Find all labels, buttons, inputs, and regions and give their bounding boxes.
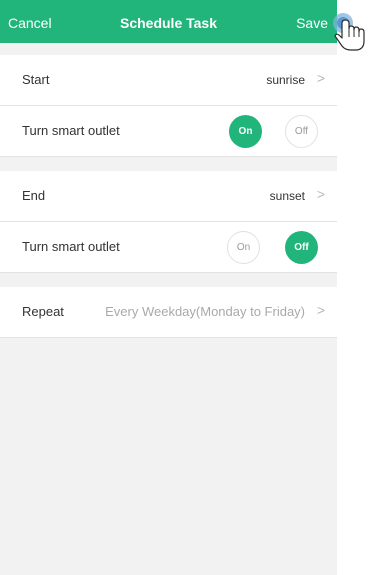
repeat-value: Every Weekday(Monday to Friday) — [105, 304, 305, 319]
section-gap — [0, 157, 337, 171]
end-off-button[interactable]: Off — [285, 231, 318, 264]
repeat-label: Repeat — [22, 304, 64, 319]
section-gap — [0, 273, 337, 287]
end-outlet-row: Turn smart outlet On Off — [0, 222, 337, 273]
end-outlet-label: Turn smart outlet — [22, 239, 120, 254]
end-on-button[interactable]: On — [227, 231, 260, 264]
save-button[interactable]: Save — [296, 15, 328, 31]
hand-cursor-icon — [333, 13, 365, 51]
start-outlet-row: Turn smart outlet On Off — [0, 106, 337, 157]
chevron-right-icon: > — [316, 302, 325, 318]
start-on-button[interactable]: On — [229, 115, 262, 148]
end-row[interactable]: End sunset > — [0, 171, 337, 222]
start-value: sunrise — [266, 73, 305, 87]
end-label: End — [22, 188, 46, 203]
chevron-right-icon: > — [316, 186, 325, 202]
start-outlet-label: Turn smart outlet — [22, 123, 120, 138]
page-title: Schedule Task — [119, 15, 217, 31]
schedule-screen: Cancel Schedule Task Save Start sunrise … — [0, 0, 337, 575]
start-row[interactable]: Start sunrise > — [0, 55, 337, 106]
top-bar: Cancel Schedule Task Save — [0, 0, 337, 43]
start-off-button[interactable]: Off — [285, 115, 318, 148]
chevron-right-icon: > — [316, 70, 325, 86]
start-label: Start — [22, 72, 50, 87]
repeat-row[interactable]: Repeat Every Weekday(Monday to Friday) > — [0, 287, 337, 338]
end-value: sunset — [269, 189, 305, 203]
section-gap — [0, 43, 337, 55]
